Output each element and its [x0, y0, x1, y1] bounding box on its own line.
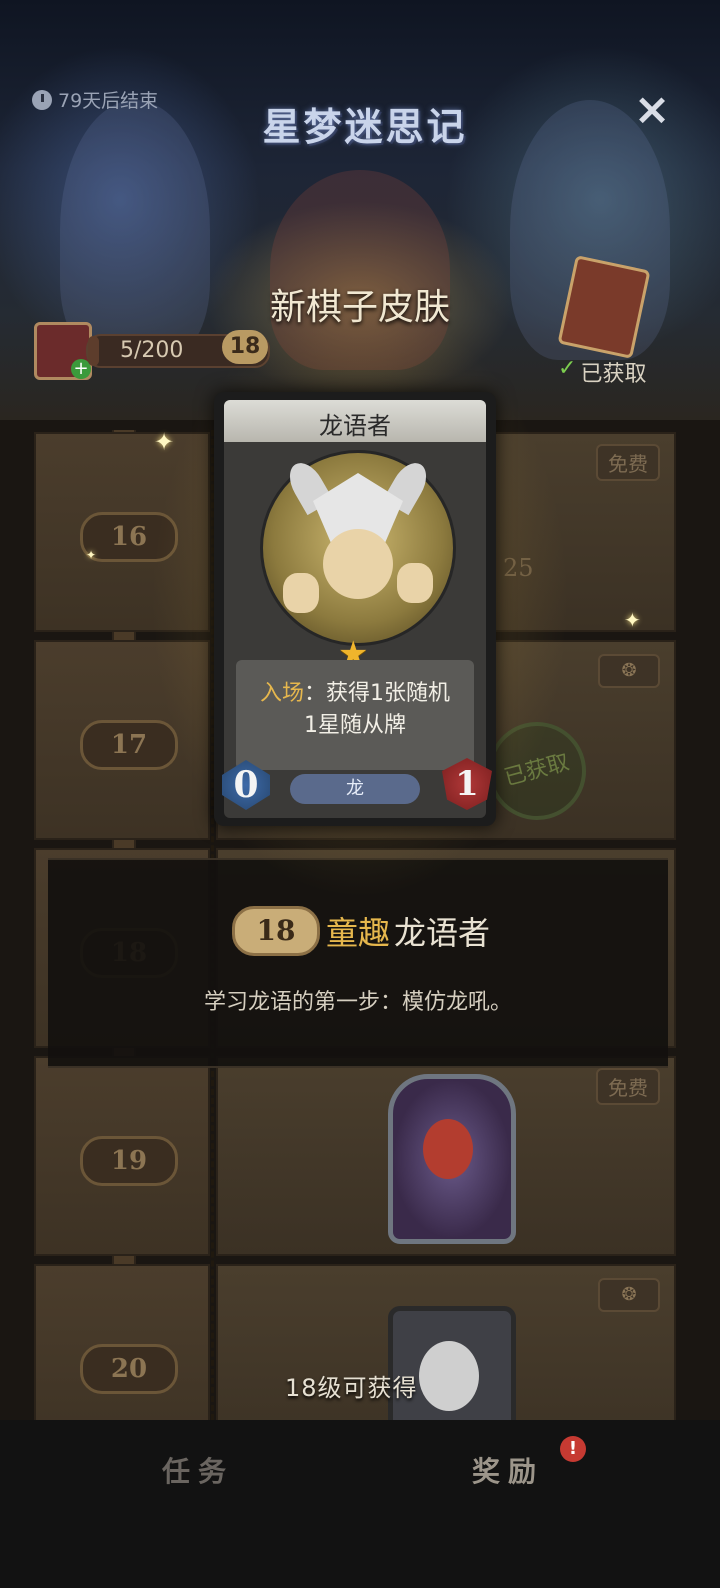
unlock-hint: 18级可获得	[285, 1374, 418, 1402]
pass-level-icon[interactable]: +	[34, 322, 92, 380]
bottom-tab-bar: 任务 奖励	[0, 1420, 720, 1588]
notification-badge-icon: !	[560, 1436, 586, 1462]
level-number: 19	[80, 1136, 178, 1186]
close-icon: ×	[633, 84, 671, 135]
character-face	[323, 529, 393, 599]
card-tribe: 龙	[290, 774, 420, 804]
hand-right	[397, 563, 433, 603]
info-quality: 童趣	[326, 914, 391, 952]
sparkle-icon: ✦	[624, 608, 641, 632]
card-effect-text: 入场：获得1张随机 1星随从牌	[236, 678, 474, 742]
progress-fill	[88, 336, 99, 366]
free-tag: 免费	[596, 1068, 660, 1105]
event-timer: 79天后结束	[32, 86, 158, 113]
reward-cell[interactable]: 免费	[216, 1056, 676, 1256]
info-description: 学习龙语的第一步：模仿龙吼。	[203, 990, 512, 1015]
obtained-label: 已获取	[580, 362, 647, 387]
card-body: 龙语者 ★ 入场：获得1张随机 1星随从牌 0 龙 1	[222, 400, 492, 818]
clock-icon	[32, 89, 52, 110]
premium-pass-icon: ❂	[598, 1278, 660, 1312]
game-title-logo: 星梦迷思记	[262, 104, 468, 149]
level-cell: 19	[34, 1056, 210, 1256]
info-skin-name: 龙语者	[394, 914, 491, 952]
wizard-portrait	[419, 1341, 479, 1411]
close-button[interactable]: ×	[630, 88, 674, 132]
tab-rewards[interactable]: 奖励	[472, 1450, 544, 1490]
pass-obtained-status: ✓ 已获取	[558, 356, 646, 388]
premium-pass-icon: ❂	[598, 654, 660, 688]
sparkle-icon: ✦	[154, 428, 175, 456]
card-art	[260, 450, 456, 646]
tab-tasks[interactable]: 任务	[162, 1450, 234, 1490]
card-effect-line2: 1星随从牌	[304, 713, 406, 738]
card-effect-line1: ：获得1张随机	[304, 681, 450, 706]
card-keyword: 入场	[259, 681, 304, 706]
card-text-box: 入场：获得1张随机 1星随从牌	[236, 660, 474, 770]
info-level-badge: 18	[232, 906, 320, 956]
sparkle-icon: ✦	[86, 548, 97, 562]
card-name: 龙语者	[319, 412, 391, 440]
hand-left	[283, 573, 319, 613]
reward-row-19[interactable]: 19 免费	[34, 1056, 676, 1256]
timer-text: 79天后结束	[58, 90, 159, 112]
avatar-frame-reward[interactable]	[388, 1074, 516, 1244]
level-number: 20	[80, 1344, 178, 1394]
skin-card[interactable]: 龙语者 ★ 入场：获得1张随机 1星随从牌 0 龙 1	[214, 392, 496, 826]
character-portrait	[423, 1119, 473, 1179]
free-tag: 免费	[596, 444, 660, 481]
